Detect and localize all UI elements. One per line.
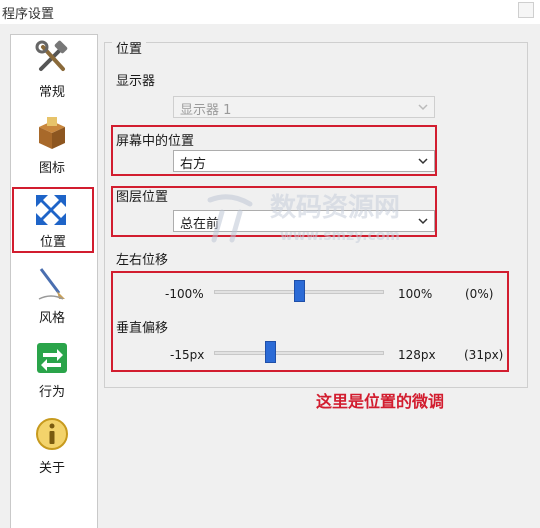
annotation-text: 这里是位置的微调 (316, 392, 445, 411)
vertical-offset-slider-track[interactable] (214, 351, 384, 355)
monitor-select-value: 显示器 1 (180, 103, 232, 118)
sidebar-item-label: 风格 (38, 311, 65, 326)
vertical-min-value: -15px (170, 348, 205, 362)
sidebar-item-style[interactable]: 风格 (11, 263, 97, 331)
sidebar-item-label: 关于 (38, 461, 65, 476)
monitor-label: 显示器 (116, 74, 156, 89)
screen-position-label: 屏幕中的位置 (116, 134, 195, 149)
brush-icon (33, 265, 71, 303)
horizontal-min-value: -100% (165, 287, 204, 301)
package-icon (33, 115, 71, 153)
window-title: 程序设置 (2, 7, 55, 22)
layer-position-select-value: 总在前 (180, 217, 220, 232)
horizontal-max-value: 100% (398, 287, 433, 301)
sidebar-item-position[interactable]: 位置 (12, 187, 94, 253)
tools-icon (33, 39, 71, 77)
sidebar-item-about[interactable]: 关于 (11, 413, 97, 481)
sidebar-item-general[interactable]: 常规 (11, 37, 97, 105)
layer-position-label: 图层位置 (116, 190, 169, 205)
horizontal-offset-slider-thumb[interactable] (293, 280, 305, 302)
sidebar-item-label: 行为 (38, 385, 65, 400)
settings-sidebar: 常规 图标 位置 风格 行为 关于 (10, 34, 98, 528)
chevron-down-icon (416, 154, 430, 168)
screen-position-select-value: 右方 (180, 157, 207, 172)
vertical-max-value: 128px (398, 348, 436, 362)
info-icon (33, 415, 71, 453)
monitor-select[interactable]: 显示器 1 (173, 96, 435, 118)
title-bar: 程序设置 (0, 0, 540, 24)
vertical-offset-label: 垂直偏移 (116, 321, 169, 336)
sidebar-item-label: 图标 (38, 161, 65, 176)
chevron-down-icon (416, 100, 430, 114)
group-title: 位置 (112, 38, 147, 57)
vertical-offset-slider-thumb[interactable] (264, 341, 276, 363)
close-button[interactable] (518, 2, 534, 18)
screen-position-select[interactable]: 右方 (173, 150, 435, 172)
chevron-down-icon (416, 214, 430, 228)
layer-position-select[interactable]: 总在前 (173, 210, 435, 232)
move-arrows-icon (32, 191, 70, 229)
sidebar-item-behavior[interactable]: 行为 (11, 337, 97, 405)
horizontal-current-value: (0%) (465, 287, 494, 301)
sidebar-item-icons[interactable]: 图标 (11, 113, 97, 181)
horizontal-offset-label: 左右位移 (116, 253, 169, 268)
exchange-arrows-icon (33, 339, 71, 377)
sidebar-item-label: 位置 (39, 235, 66, 250)
sidebar-item-label: 常规 (38, 85, 65, 100)
vertical-current-value: (31px) (464, 348, 504, 362)
